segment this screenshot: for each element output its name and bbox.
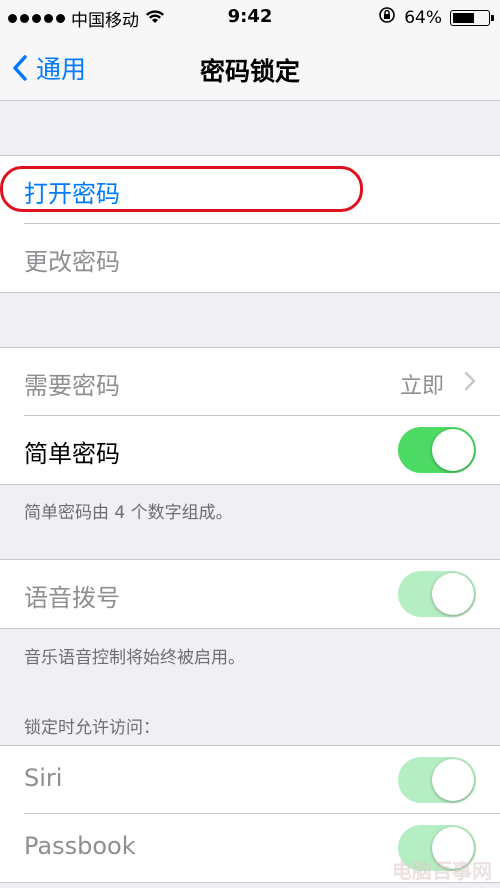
status-right: 64% <box>378 6 494 29</box>
simple-passcode-footer: 简单密码由 4 个数字组成。 <box>24 503 233 523</box>
simple-passcode-label: 简单密码 <box>24 440 120 468</box>
voice-dial-footer: 音乐语音控制将始终被启用。 <box>24 648 245 668</box>
status-bar: 中国移动 9:42 64% <box>0 0 500 36</box>
change-passcode-label: 更改密码 <box>24 248 120 276</box>
toggle-knob <box>432 759 474 801</box>
watermark-logo: 电脑百事网 <box>392 859 492 883</box>
siri-toggle[interactable] <box>398 757 476 803</box>
require-passcode-value: 立即 <box>399 374 444 399</box>
passbook-label: Passbook <box>24 832 136 860</box>
rotation-lock-icon <box>378 6 396 29</box>
voice-dial-group: 语音拨号 <box>0 559 500 629</box>
siri-row: Siri <box>0 746 500 814</box>
voice-dial-toggle[interactable] <box>398 571 476 617</box>
simple-passcode-row: 简单密码 <box>0 416 500 484</box>
require-passcode-label: 需要密码 <box>24 372 120 400</box>
chevron-right-icon <box>464 371 476 391</box>
page-title: 密码锁定 <box>199 57 300 86</box>
allow-access-header: 锁定时允许访问： <box>24 718 160 738</box>
require-passcode-row[interactable]: 需要密码 立即 <box>0 348 500 416</box>
change-passcode-row[interactable]: 更改密码 <box>0 224 500 292</box>
voice-dial-row: 语音拨号 <box>0 560 500 628</box>
battery-percent: 64% <box>404 7 442 28</box>
simple-passcode-toggle[interactable] <box>398 427 476 473</box>
passcode-options-group: 需要密码 立即 简单密码 <box>0 347 500 485</box>
siri-label: Siri <box>24 764 63 792</box>
toggle-knob <box>432 429 474 471</box>
annotation-highlight-ring <box>0 166 363 212</box>
navigation-bar: 通用 密码锁定 <box>0 36 500 101</box>
battery-icon <box>450 9 494 26</box>
battery-fill <box>453 12 475 23</box>
toggle-knob <box>432 573 474 615</box>
voice-dial-label: 语音拨号 <box>24 584 120 612</box>
